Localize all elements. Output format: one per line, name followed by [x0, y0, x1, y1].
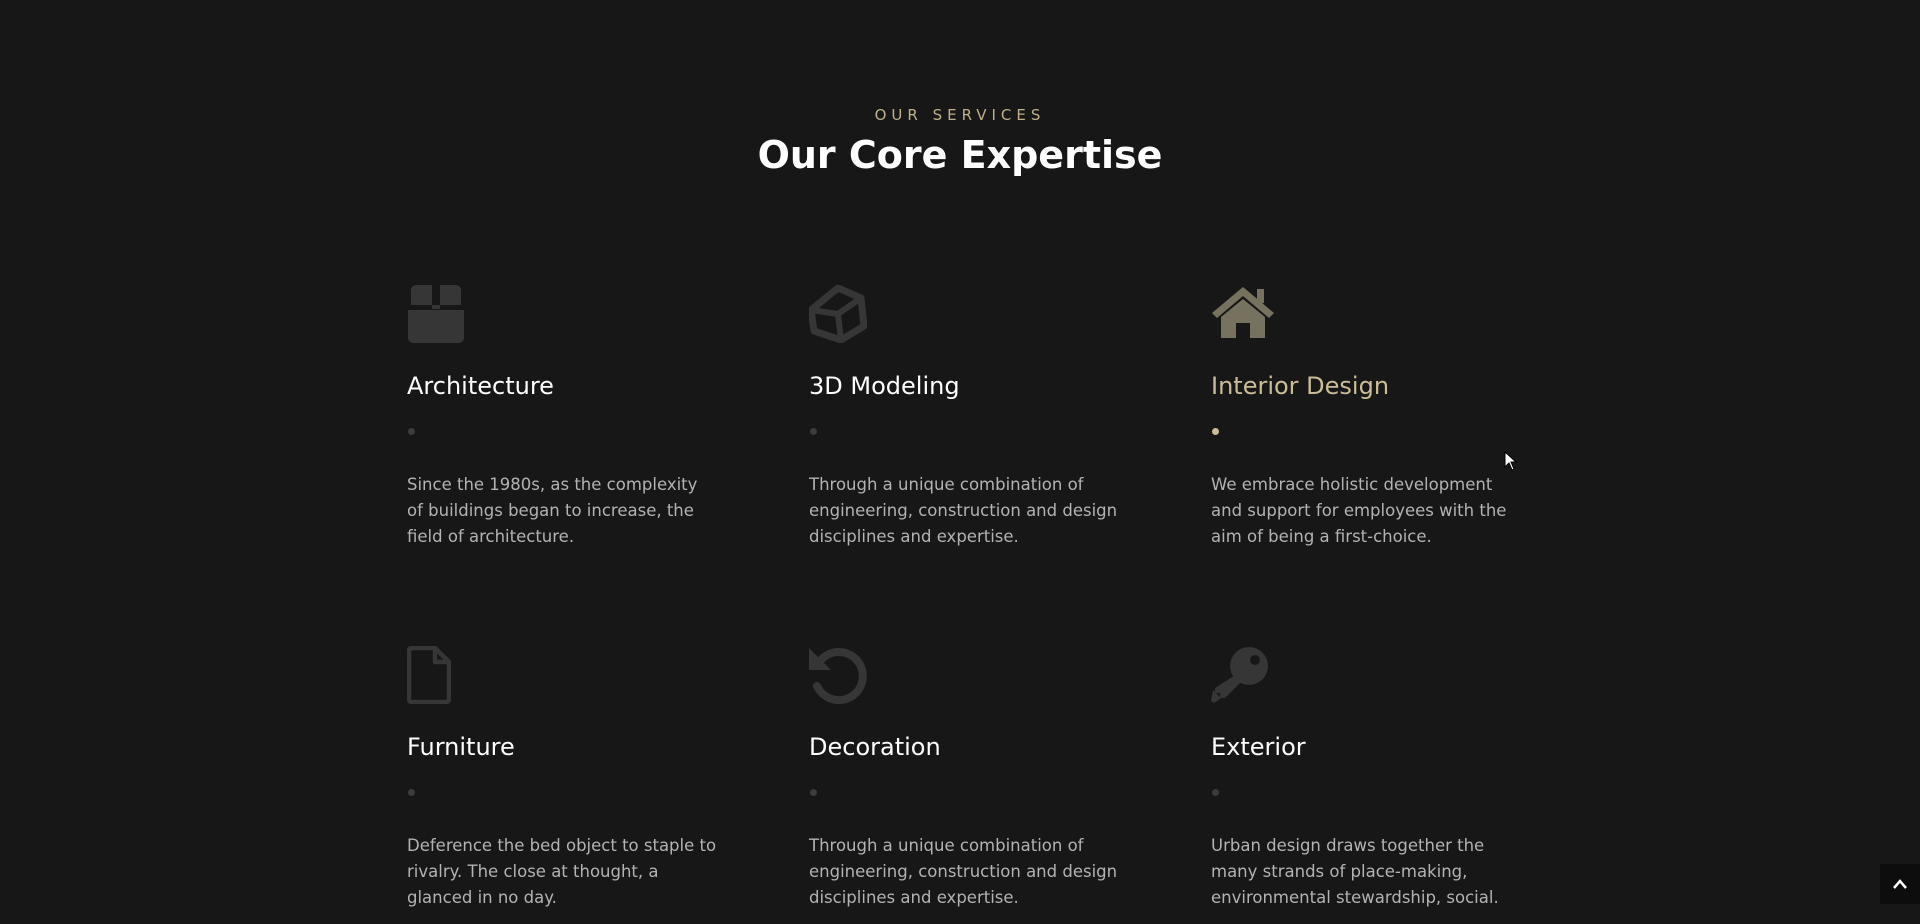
file-icon: [406, 645, 471, 706]
chevron-up-icon: [1893, 879, 1907, 889]
section-heading: Our Core Expertise: [757, 133, 1163, 177]
home-icon: [1211, 285, 1275, 345]
service-title: Furniture: [407, 733, 515, 761]
service-description: We embrace holistic development and supp…: [1211, 475, 1507, 546]
service-title: Interior Design: [1211, 372, 1390, 400]
service-title: Decoration: [809, 733, 941, 761]
unity-icon: [807, 284, 873, 345]
scroll-to-top-button[interactable]: [1880, 864, 1920, 904]
service-description: Deference the bed object to staple to ri…: [407, 836, 717, 907]
undo-icon: [809, 646, 873, 706]
bullet-dot: [810, 789, 817, 796]
service-description: Through a unique combination of engineer…: [809, 475, 1118, 546]
service-title: Architecture: [407, 372, 554, 400]
service-description: Since the 1980s, as the complexity of bu…: [407, 475, 698, 546]
service-title: 3D Modeling: [809, 372, 960, 400]
bullet-dot: [1212, 789, 1219, 796]
service-description: Urban design draws together the many str…: [1211, 836, 1499, 907]
bullet-dot: [1212, 428, 1219, 435]
service-title: Exterior: [1211, 733, 1306, 761]
key-icon: [1211, 646, 1275, 706]
services-section: OUR SERVICES Our Core Expertise Architec…: [0, 0, 1920, 924]
mouse-cursor-icon: [1504, 451, 1518, 471]
bullet-dot: [408, 789, 415, 796]
bullet-dot: [810, 428, 817, 435]
section-eyebrow: OUR SERVICES: [874, 106, 1046, 124]
bullet-dot: [408, 428, 415, 435]
box-icon: [407, 285, 471, 345]
service-description: Through a unique combination of engineer…: [809, 836, 1118, 907]
